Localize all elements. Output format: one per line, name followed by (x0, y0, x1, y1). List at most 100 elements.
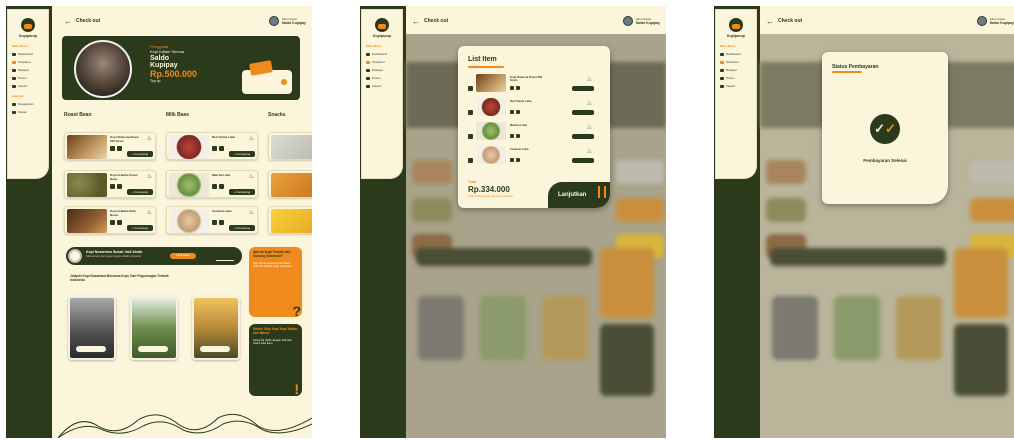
profile-chip[interactable]: Akun Kamu Saldo Kupipay (622, 16, 660, 26)
sidebar-item-promo[interactable]: Promo (720, 74, 752, 82)
item-price-button[interactable] (572, 158, 594, 163)
product-card[interactable]: Caramel Latte ♨ + Keranjang (166, 206, 258, 234)
add-to-cart-button[interactable]: + Keranjang (127, 189, 153, 195)
sidebar-item-dashboard[interactable]: Dashboard (366, 50, 398, 58)
sidebar-item-dashboard[interactable]: Dashboard (720, 50, 752, 58)
product-image (169, 209, 209, 233)
item-name: Red Velvet Latte (510, 99, 532, 103)
back-arrow-icon[interactable]: ← (766, 17, 778, 26)
modal-title: List Item (468, 56, 497, 63)
sidebar-item-riwayat[interactable]: Riwayat (720, 66, 752, 74)
tag-icon (366, 76, 370, 80)
info-orange-title: Apa itu Kupi Terbaik dari Gunung Indones… (253, 250, 291, 258)
item-image (476, 98, 506, 116)
tag-icon (720, 76, 724, 80)
checkbox[interactable] (468, 158, 473, 163)
add-to-cart-button[interactable]: + Keranjang (229, 189, 255, 195)
add-to-cart-button[interactable]: + Keranjang (127, 151, 153, 157)
quantity-stepper[interactable] (212, 220, 224, 225)
back-arrow-icon[interactable]: ← (412, 17, 424, 26)
user-photo (74, 40, 132, 98)
story-card[interactable] (68, 296, 116, 360)
quantity-stepper[interactable] (212, 146, 224, 151)
sidebar-item-favorit[interactable]: Favorit (12, 82, 44, 90)
quantity-stepper[interactable] (110, 220, 122, 225)
checkbox[interactable] (468, 110, 473, 115)
sidebar-item-promo[interactable]: Promo (366, 74, 398, 82)
page-title: Check out (76, 18, 101, 24)
profile-subtitle: Saldo Kupipay (635, 21, 660, 25)
sidebar: Kupipacup Main Menu Dashboard Checkout R… (8, 10, 48, 178)
sidebar-item-logout[interactable]: Keluar (12, 108, 44, 116)
product-card[interactable]: Matcha Latte ♨ + Keranjang (166, 170, 258, 198)
promo-detail-button[interactable]: Lihat Detail (170, 253, 196, 259)
heart-icon (12, 84, 16, 88)
quantity-stepper[interactable] (510, 158, 520, 162)
brand-name: Kupipacup (726, 34, 746, 38)
item-price-button[interactable] (572, 86, 594, 91)
quantity-stepper[interactable] (110, 184, 122, 189)
quantity-stepper[interactable] (212, 184, 224, 189)
quantity-stepper[interactable] (510, 134, 520, 138)
continue-button[interactable]: Lanjutkan (548, 182, 610, 208)
exclamation-icon: ! (294, 381, 299, 397)
sidebar-item-settings[interactable]: Pengaturan (12, 100, 44, 108)
sidebar-item-riwayat[interactable]: Riwayat (12, 66, 44, 74)
profile-subtitle: Saldo Kupipay (281, 21, 306, 25)
logout-icon (12, 110, 16, 114)
page-title: Check out (778, 18, 803, 24)
page-title: Check out (424, 18, 449, 24)
add-to-cart-button[interactable]: + Keranjang (229, 225, 255, 231)
info-card-green[interactable]: Sudah Tahu Kopi Kupi Kalian dari Mana? S… (249, 324, 302, 397)
product-image (169, 173, 209, 197)
sidebar-section-main: Main Menu (12, 44, 28, 48)
checkbox[interactable] (468, 134, 473, 139)
cart-row: Matcha Latte ♨ (468, 122, 598, 142)
topup-link[interactable]: Top up (150, 79, 197, 83)
info-card-orange[interactable]: Apa itu Kupi Terbaik dari Gunung Indones… (249, 247, 302, 319)
product-card[interactable] (268, 206, 312, 234)
info-green-body: Setiap biji dipilih dengan teliti oleh p… (253, 338, 292, 345)
total-label: Total (468, 180, 477, 184)
story-card[interactable] (192, 296, 240, 360)
brand-logo-icon[interactable] (729, 18, 743, 32)
sidebar: Kupipacup Main Menu Dashboard Checkout R… (716, 10, 756, 178)
story-card[interactable] (130, 296, 178, 360)
product-card[interactable]: Kopi Arabika Green Bean ♨ + Keranjang (64, 170, 156, 198)
brand-logo-icon[interactable] (21, 18, 35, 32)
info-orange-body: Kopi dipetik langsung dari kebun petani … (253, 261, 293, 268)
brand-name: Kupipacup (372, 34, 392, 38)
quantity-stepper[interactable] (110, 146, 122, 151)
profile-chip[interactable]: Akun Kamu Saldo Kupipay (976, 16, 1014, 26)
add-to-cart-button[interactable]: + Keranjang (127, 225, 153, 231)
sidebar-item-checkout[interactable]: Checkout (12, 58, 44, 66)
quantity-stepper[interactable] (510, 86, 520, 90)
item-name: Kopi Robusta Roast 250 Gram (510, 75, 543, 83)
sidebar-item-promo[interactable]: Promo (12, 74, 44, 82)
product-card[interactable]: Kopi Robusta Roast 250 Gram ♨ + Keranjan… (64, 132, 156, 160)
tag-icon (12, 76, 16, 80)
profile-chip[interactable]: Akun Kamu Saldo Kupipay (268, 16, 306, 26)
back-arrow-icon[interactable]: ← (64, 17, 76, 26)
sidebar-item-checkout[interactable]: Checkout (720, 58, 752, 66)
quantity-stepper[interactable] (510, 110, 520, 114)
cup-sketch-icon: ♨ (248, 209, 254, 216)
product-card[interactable]: Red Velvet Latte ♨ + Keranjang (166, 132, 258, 160)
cup-sketch-icon: ♨ (248, 135, 254, 142)
sidebar-item-favorit[interactable]: Favorit (366, 82, 398, 90)
product-card[interactable]: Kopi Arabika Dark Roast ♨ + Keranjang (64, 206, 156, 234)
sidebar-item-favorit[interactable]: Favorit (720, 82, 752, 90)
sidebar-item-dashboard[interactable]: Dashboard (12, 50, 44, 58)
sidebar-item-checkout[interactable]: Checkout (366, 58, 398, 66)
item-price-button[interactable] (572, 110, 594, 115)
checkout-flow-stage: Kupipacup Main Menu Dashboard Checkout R… (0, 0, 1014, 440)
brand-logo-icon[interactable] (375, 18, 389, 32)
product-card[interactable] (268, 132, 312, 160)
item-price-button[interactable] (572, 134, 594, 139)
add-to-cart-button[interactable]: + Keranjang (229, 151, 255, 157)
story-badge (76, 346, 106, 352)
sidebar-item-riwayat[interactable]: Riwayat (366, 66, 398, 74)
promo-strip[interactable]: Kopi Nusantara Sudah Jadi Akrab Nikmati … (66, 247, 242, 265)
checkbox[interactable] (468, 86, 473, 91)
product-card[interactable] (268, 170, 312, 198)
